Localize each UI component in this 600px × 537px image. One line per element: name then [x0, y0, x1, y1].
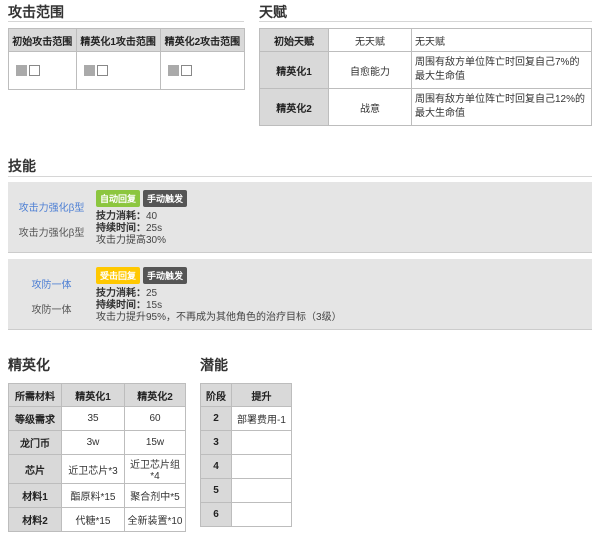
range-grid-elite1 — [75, 51, 161, 90]
talent-label: 精英化1 — [259, 51, 329, 89]
potential-bonus — [231, 454, 292, 479]
potential-title: 潜能 — [200, 357, 228, 373]
table-row: 5 — [200, 478, 292, 503]
elite-cell: 全新装置*10 — [124, 507, 186, 532]
potential-stage: 3 — [200, 430, 232, 455]
range-header-elite1: 精英化1攻击范围 — [75, 28, 161, 52]
range-cell-operator — [83, 64, 95, 76]
skill-card: 攻击力强化β型 攻击力强化β型 自动回复 手动触发 技力消耗：40 持续时间：25… — [8, 182, 592, 253]
elite-title: 精英化 — [8, 357, 50, 373]
talent-name: 战意 — [328, 88, 412, 126]
table-row: 3 — [200, 430, 292, 455]
potential-stage: 4 — [200, 454, 232, 479]
elite-cell: 聚合剂中*5 — [124, 483, 186, 508]
elite-cell: 近卫芯片*3 — [61, 454, 125, 484]
range-grid-elite2 — [159, 51, 246, 90]
attack-range-title: 攻击范围 — [8, 4, 64, 20]
potential-stage: 2 — [200, 406, 232, 431]
talent-table: 初始天赋 无天赋 无天赋 精英化1 自愈能力 周围有敌方单位阵亡时回复自己7%的… — [259, 28, 592, 126]
divider — [8, 21, 244, 22]
elite-row-label: 等级需求 — [8, 406, 62, 431]
skill-card: 攻防一体 攻防一体 受击回复 手动触发 技力消耗：25 持续时间：15s 攻击力提… — [8, 259, 592, 330]
range-cell-attack — [29, 64, 40, 76]
range-grid-initial — [8, 51, 77, 90]
table-row: 4 — [200, 454, 292, 479]
elite-header: 精英化1 — [61, 383, 125, 407]
talent-name: 无天赋 — [328, 28, 412, 52]
sp-cost-value: 25 — [146, 288, 158, 299]
sp-cost-label: 技力消耗 — [96, 211, 136, 222]
table-row: 材料2 代糖*15 全新装置*10 — [8, 507, 186, 532]
talent-name: 自愈能力 — [328, 51, 412, 89]
sp-cost-value: 40 — [146, 211, 158, 222]
elite-cell: 60 — [124, 406, 186, 431]
talent-desc: 无天赋 — [411, 28, 592, 52]
table-row: 材料1 酯原料*15 聚合剂中*5 — [8, 483, 186, 508]
elite-row-label: 芯片 — [8, 454, 62, 484]
elite-cell: 3w — [61, 430, 125, 455]
skill-effect: 攻击力提升95%，不再成为其他角色的治疗目标（3级） — [96, 312, 342, 323]
talent-label: 初始天赋 — [259, 28, 329, 52]
elite-header: 所需材料 — [8, 383, 62, 407]
skill-name: 攻击力强化β型 — [18, 228, 85, 239]
trigger-badge: 手动触发 — [143, 190, 188, 207]
duration-value: 25s — [146, 223, 163, 234]
elite-table: 所需材料 精英化1 精英化2 等级需求 35 60 龙门币 3w 15w 芯片 … — [8, 383, 186, 532]
skills-title: 技能 — [8, 158, 36, 174]
duration-label: 持续时间 — [96, 223, 136, 234]
skill-tags: 受击回复 手动触发 — [96, 267, 190, 284]
trigger-badge: 手动触发 — [143, 267, 188, 284]
sp-recovery-badge: 自动回复 — [96, 190, 141, 207]
potential-header: 提升 — [231, 383, 292, 407]
table-row: 等级需求 35 60 — [8, 406, 186, 431]
attack-range-table: 初始攻击范围 精英化1攻击范围 精英化2攻击范围 — [8, 28, 246, 90]
divider — [8, 176, 592, 177]
talent-desc: 周围有敌方单位阵亡时回复自己12%的最大生命值 — [411, 88, 592, 126]
elite-cell: 酯原料*15 — [61, 483, 125, 508]
skill-name: 攻防一体 — [31, 305, 72, 316]
potential-header: 阶段 — [200, 383, 232, 407]
table-row: 芯片 近卫芯片*3 近卫芯片组*4 — [8, 454, 186, 484]
talent-title: 天赋 — [259, 4, 287, 20]
skill-effect: 攻击力提高30% — [96, 235, 167, 246]
elite-cell: 15w — [124, 430, 186, 455]
elite-cell: 近卫芯片组*4 — [124, 454, 186, 484]
potential-table: 阶段 提升 2 部署费用-1 3 4 5 6 — [200, 383, 292, 527]
sp-recovery-badge: 受击回复 — [96, 267, 141, 284]
range-cell-attack — [180, 64, 192, 76]
table-row: 2 部署费用-1 — [200, 406, 292, 431]
talent-label: 精英化2 — [259, 88, 329, 126]
elite-cell: 35 — [61, 406, 125, 431]
talent-desc: 周围有敌方单位阵亡时回复自己7%的最大生命值 — [411, 51, 592, 89]
skill-tags: 自动回复 手动触发 — [96, 190, 190, 207]
skill-stats: 技力消耗：40 持续时间：25s 攻击力提高30% — [96, 211, 167, 246]
range-cell-operator — [167, 64, 179, 76]
skill-link[interactable]: 攻击力强化β型 — [8, 199, 95, 214]
range-header-elite2: 精英化2攻击范围 — [159, 28, 246, 52]
sp-cost-label: 技力消耗 — [96, 288, 136, 299]
table-row: 6 — [200, 502, 292, 527]
range-header-initial: 初始攻击范围 — [8, 28, 77, 52]
elite-row-label: 龙门币 — [8, 430, 62, 455]
potential-stage: 5 — [200, 478, 232, 503]
skill-stats: 技力消耗：25 持续时间：15s 攻击力提升95%，不再成为其他角色的治疗目标（… — [96, 288, 342, 323]
potential-bonus — [231, 430, 292, 455]
elite-cell: 代糖*15 — [61, 507, 125, 532]
potential-stage: 6 — [200, 502, 232, 527]
range-cell-attack — [96, 64, 108, 76]
potential-bonus: 部署费用-1 — [231, 406, 292, 431]
elite-row-label: 材料1 — [8, 483, 62, 508]
elite-header: 精英化2 — [124, 383, 186, 407]
divider — [259, 21, 592, 22]
duration-label: 持续时间 — [96, 300, 136, 311]
duration-value: 15s — [146, 300, 163, 311]
skill-link[interactable]: 攻防一体 — [8, 276, 95, 291]
potential-bonus — [231, 478, 292, 503]
elite-row-label: 材料2 — [8, 507, 62, 532]
potential-bonus — [231, 502, 292, 527]
range-cell-operator — [16, 64, 27, 76]
table-row: 龙门币 3w 15w — [8, 430, 186, 455]
